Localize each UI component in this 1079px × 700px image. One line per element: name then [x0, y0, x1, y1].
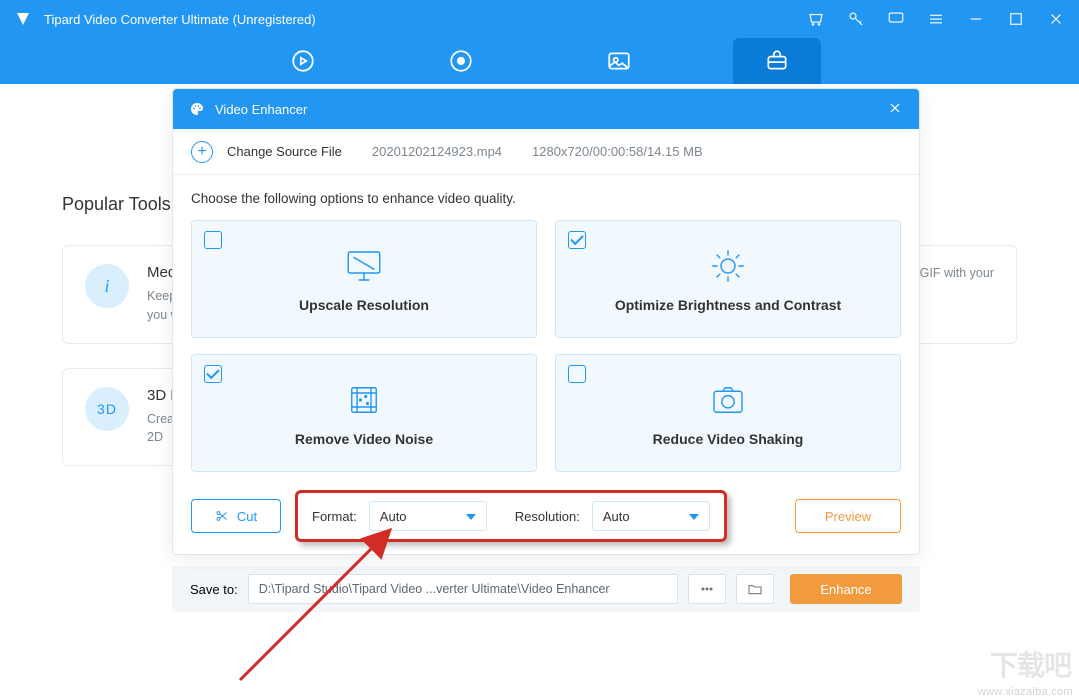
save-path-input[interactable]: D:\Tipard Studio\Tipard Video ...verter … [248, 574, 678, 604]
tab-converter[interactable] [259, 38, 347, 84]
resolution-label: Resolution: [515, 509, 580, 524]
save-to-label: Save to: [190, 582, 238, 597]
resolution-select[interactable]: Auto [592, 501, 710, 531]
option-reduce-shaking[interactable]: Reduce Video Shaking [555, 354, 901, 472]
main-toolbar [0, 38, 1079, 84]
format-highlight-box: Format: Auto Resolution: Auto [295, 490, 727, 542]
feedback-icon[interactable] [887, 10, 905, 28]
format-select[interactable]: Auto [369, 501, 487, 531]
checkbox[interactable] [568, 231, 586, 249]
checkbox[interactable] [204, 365, 222, 383]
option-optimize-brightness[interactable]: Optimize Brightness and Contrast [555, 220, 901, 338]
enhance-button[interactable]: Enhance [790, 574, 902, 604]
source-meta: 1280x720/00:00:58/14.15 MB [532, 144, 703, 159]
source-filename: 20201202124923.mp4 [372, 144, 502, 159]
close-icon[interactable] [1047, 10, 1065, 28]
tab-record[interactable] [417, 38, 505, 84]
watermark-text: www.xiazaiba.com [978, 686, 1073, 698]
monitor-icon [343, 245, 385, 287]
change-source-button[interactable]: Change Source File [227, 144, 342, 159]
titlebar-actions [807, 10, 1065, 28]
checkbox[interactable] [568, 365, 586, 383]
preview-button[interactable]: Preview [795, 499, 901, 533]
save-footer: Save to: D:\Tipard Studio\Tipard Video .… [172, 566, 920, 612]
cart-icon[interactable] [807, 10, 825, 28]
browse-button[interactable] [688, 574, 726, 604]
option-upscale-resolution[interactable]: Upscale Resolution [191, 220, 537, 338]
open-folder-button[interactable] [736, 574, 774, 604]
camera-icon [707, 379, 749, 421]
dialog-title: Video Enhancer [215, 102, 307, 117]
3d-icon: 3D [85, 387, 129, 431]
sun-icon [707, 245, 749, 287]
tab-toolbox[interactable] [733, 38, 821, 84]
add-source-icon[interactable]: + [191, 141, 213, 163]
tab-mv[interactable] [575, 38, 663, 84]
watermark-logo: 下载吧 [990, 644, 1071, 684]
minimize-icon[interactable] [967, 10, 985, 28]
scissors-icon [215, 509, 229, 523]
source-bar: + Change Source File 20201202124923.mp4 … [173, 129, 919, 175]
option-remove-noise[interactable]: Remove Video Noise [191, 354, 537, 472]
format-label: Format: [312, 509, 357, 524]
cut-button[interactable]: Cut [191, 499, 281, 533]
titlebar: Tipard Video Converter Ultimate (Unregis… [0, 0, 1079, 38]
film-icon [343, 379, 385, 421]
info-icon: i [85, 264, 129, 308]
dialog-close-button[interactable] [887, 100, 903, 119]
checkbox[interactable] [204, 231, 222, 249]
dialog-header: Video Enhancer [173, 89, 919, 129]
instruction-text: Choose the following options to enhance … [191, 191, 901, 206]
video-enhancer-dialog: Video Enhancer + Change Source File 2020… [172, 88, 920, 555]
maximize-icon[interactable] [1007, 10, 1025, 28]
palette-icon [189, 101, 205, 117]
menu-icon[interactable] [927, 10, 945, 28]
app-title: Tipard Video Converter Ultimate (Unregis… [44, 12, 807, 27]
app-logo-icon [14, 10, 32, 28]
key-icon[interactable] [847, 10, 865, 28]
